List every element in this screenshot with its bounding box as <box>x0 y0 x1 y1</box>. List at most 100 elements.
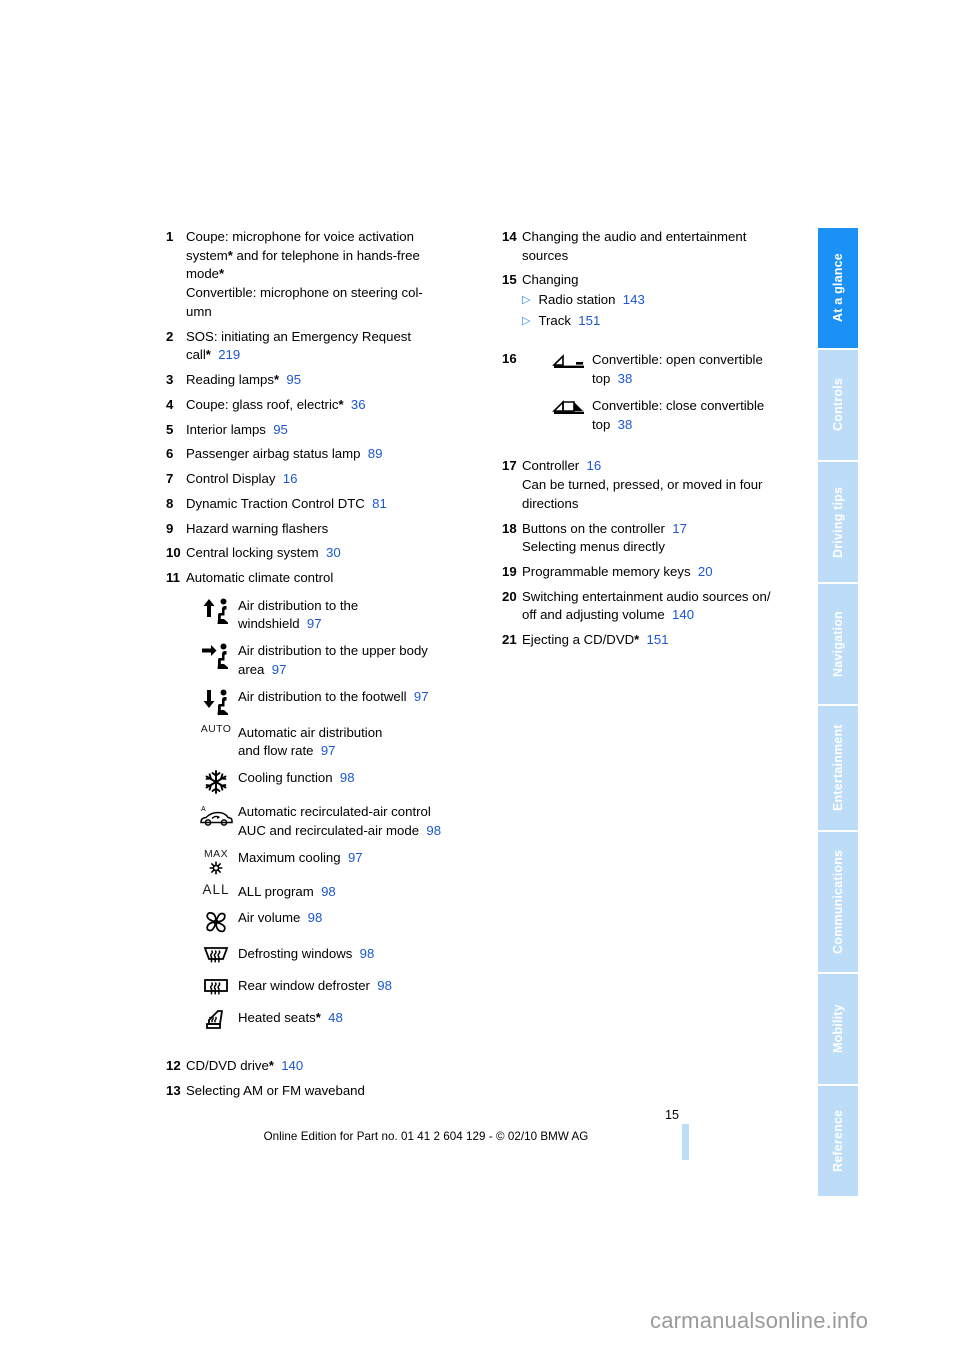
tab-label: Entertainment <box>831 724 845 812</box>
page-reference[interactable]: 97 <box>264 662 287 677</box>
page-reference[interactable]: 38 <box>610 371 633 386</box>
page-reference[interactable]: 20 <box>691 564 713 579</box>
convertible-top-open-icon <box>548 350 592 371</box>
page-reference[interactable]: 151 <box>571 313 600 328</box>
climate-row-cooling: Cooling function 98 <box>194 768 476 795</box>
item-number: 8 <box>166 495 174 511</box>
climate-row-label: Air distribution to the upper body area 9… <box>238 641 476 679</box>
page-reference[interactable]: 17 <box>665 521 687 536</box>
tab-navigation[interactable]: Navigation <box>818 584 858 704</box>
legend-item-11: 11 Automatic climate control <box>166 569 476 588</box>
tab-label: At a glance <box>831 253 845 323</box>
page-reference[interactable]: 143 <box>615 292 645 307</box>
item-line-2: Selecting menus directly <box>522 539 665 555</box>
climate-row-label: Air distribution to the windshield 97 <box>238 596 476 634</box>
climate-row-label: Automatic recirculated-air control AUC a… <box>238 802 476 840</box>
page-reference[interactable]: 98 <box>419 823 441 838</box>
page-reference[interactable]: 97 <box>341 850 363 865</box>
item-text: Hazard warning flashers <box>186 520 476 539</box>
tab-entertainment[interactable]: Entertainment <box>818 706 858 830</box>
item-line-2: sources <box>522 247 569 263</box>
item-number: 16 <box>502 351 517 367</box>
tab-reference[interactable]: Reference <box>818 1086 858 1196</box>
item-text: CD/DVD drive* 140 <box>186 1057 476 1076</box>
tab-label: Mobility <box>831 1004 845 1054</box>
all-icon-text: ALL <box>202 881 230 897</box>
page-reference[interactable]: 89 <box>360 446 383 461</box>
page-reference[interactable]: 16 <box>275 471 298 486</box>
tab-driving-tips[interactable]: Driving tips <box>818 462 858 582</box>
tab-at-a-glance[interactable]: At a glance <box>818 228 858 348</box>
sub-item-track: ▷ Track 151 <box>522 313 802 331</box>
climate-row-air-volume: Air volume 98 <box>194 908 476 937</box>
item-number: 20 <box>502 588 517 604</box>
convertible-top-close-icon <box>548 396 592 417</box>
item-text: Coupe: glass roof, electric* 36 <box>186 396 476 415</box>
air-distribution-upper-body-icon <box>194 641 238 670</box>
tab-controls[interactable]: Controls <box>818 350 858 460</box>
legend-item-2: 2 SOS: initiating an Emergency Request c… <box>166 328 476 365</box>
item-number: 12 <box>166 1058 181 1074</box>
climate-row-label: Maximum cooling 97 <box>238 848 476 868</box>
tab-mobility[interactable]: Mobility <box>818 974 858 1084</box>
legend-item-14: 14 Changing the audio and entertainment … <box>502 228 802 265</box>
page-reference[interactable]: 95 <box>266 422 288 437</box>
item-label: Coupe: glass roof, electric <box>186 396 339 412</box>
item-number: 1 <box>166 229 174 244</box>
legend-item-6: 6 Passenger airbag status lamp 89 <box>166 445 476 464</box>
sub-item-text: Track 151 <box>538 313 600 328</box>
page-reference[interactable]: 30 <box>319 545 341 560</box>
page-reference[interactable]: 98 <box>352 946 375 961</box>
tab-communications[interactable]: Communications <box>818 832 858 972</box>
page-reference[interactable]: 151 <box>639 632 669 647</box>
fan-air-volume-icon <box>194 908 238 937</box>
snowflake-cooling-icon <box>194 768 238 795</box>
sub-item-text: Radio station 143 <box>538 292 644 307</box>
item-line-2b: and for telephone in hands-free <box>232 247 420 263</box>
item-number: 6 <box>166 446 174 462</box>
page-reference[interactable]: 98 <box>314 884 336 899</box>
item-text: Changing <box>522 271 802 290</box>
legend-item-7: 7 Control Display 16 <box>166 470 476 489</box>
page-reference[interactable]: 16 <box>579 458 602 473</box>
item-number: 19 <box>502 564 517 579</box>
item-label: Controller <box>522 458 580 474</box>
item-label: Changing <box>522 272 579 288</box>
climate-row-footwell: Air distribution to the footwell 97 <box>194 687 476 716</box>
air-distribution-footwell-icon <box>194 687 238 716</box>
label-line-1: ALL program <box>238 883 314 899</box>
page-reference[interactable]: 36 <box>344 397 366 412</box>
page-reference[interactable]: 81 <box>365 496 387 511</box>
edition-notice: Online Edition for Part no. 01 41 2 604 … <box>263 1130 589 1143</box>
page-reference[interactable]: 98 <box>333 770 355 785</box>
page-reference[interactable]: 140 <box>665 607 694 622</box>
section-tab-rail: At a glance Controls Driving tips Naviga… <box>818 228 858 1196</box>
page-reference[interactable]: 98 <box>370 978 392 993</box>
climate-row-label: Air volume 98 <box>238 908 476 928</box>
legend-item-21: 21 Ejecting a CD/DVD* 151 <box>502 631 802 650</box>
rear-window-defroster-icon <box>194 976 238 1001</box>
legend-item-16: 16 Convertible: open convertible top 38 … <box>502 350 802 441</box>
page-reference[interactable]: 98 <box>300 910 323 925</box>
item-label: Selecting AM or FM waveband <box>186 1083 365 1099</box>
item-text: Buttons on the controller 17 Selecting me… <box>522 520 802 557</box>
page-reference[interactable]: 97 <box>300 616 322 631</box>
page-reference[interactable]: 95 <box>279 372 301 387</box>
page-reference[interactable]: 219 <box>211 347 240 362</box>
legend-item-13: 13 Selecting AM or FM waveband <box>166 1082 476 1101</box>
item-line-1: Coupe: microphone for voice activation <box>186 229 414 244</box>
triangle-bullet-icon: ▷ <box>522 294 531 307</box>
page-reference[interactable]: 97 <box>407 689 429 704</box>
item-text: Interior lamps 95 <box>186 421 476 440</box>
page-reference[interactable]: 48 <box>321 1010 343 1025</box>
climate-row-label: Defrosting windows 98 <box>238 944 476 964</box>
page-reference[interactable]: 97 <box>314 743 336 758</box>
watermark: carmanualsonline.info <box>650 1308 869 1333</box>
page-reference[interactable]: 38 <box>610 417 633 432</box>
page-reference[interactable]: 140 <box>274 1058 303 1073</box>
legend-item-9: 9 Hazard warning flashers <box>166 520 476 539</box>
item-text: Selecting AM or FM waveband <box>186 1082 476 1101</box>
item-label: Interior lamps <box>186 421 266 437</box>
convertible-row-label: Convertible: close convertible top 38 <box>592 396 802 434</box>
climate-row-defrost-windows: Defrosting windows 98 <box>194 944 476 969</box>
